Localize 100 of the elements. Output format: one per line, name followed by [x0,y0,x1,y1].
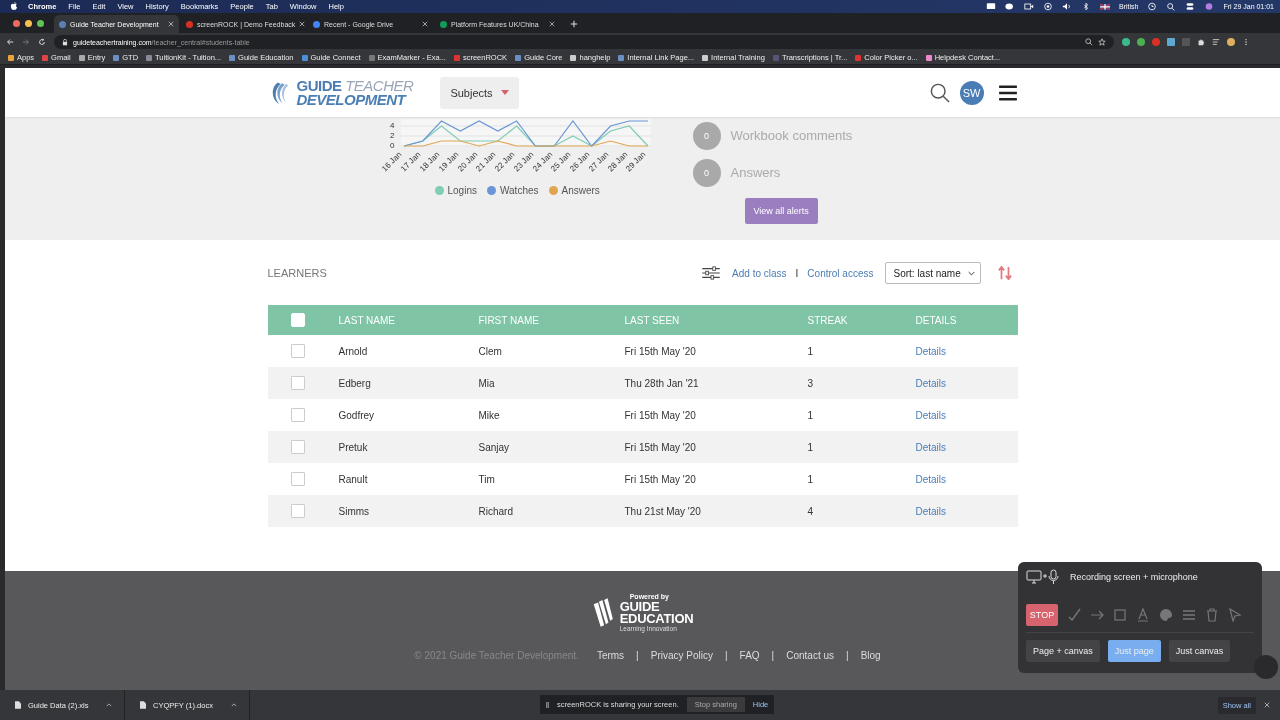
arrow-icon[interactable] [1090,608,1104,622]
details-link[interactable]: Details [915,473,947,485]
count-badge: 0 [692,158,721,187]
footer-link[interactable]: Terms [596,650,625,661]
table-cell-text: Fri 15th May '20 [623,345,697,357]
sort-select[interactable]: Sort: last name [884,262,981,284]
separator: | [636,650,639,661]
trash-icon[interactable] [1205,608,1219,622]
chevron-icon[interactable] [106,703,112,707]
footer-link[interactable]: Blog [860,650,881,661]
monitor-icon[interactable] [985,2,996,11]
logo-text: DEVELOPMENT [296,92,407,107]
axis-label: 2 [390,132,395,140]
sliders-icon[interactable] [701,266,722,280]
details-link[interactable]: Details [915,345,947,357]
details-link[interactable]: Details [915,377,947,389]
site-icon [59,20,66,28]
control-access-link[interactable]: Control access [807,267,874,279]
logo-text: GUIDE TEACHER [296,78,414,93]
table-cell-text: Thu 28th Jan '21 [623,377,700,389]
close-icon[interactable] [549,21,555,27]
site-icon [440,20,447,28]
column-header: FIRST NAME [477,314,540,326]
details-link[interactable]: Details [915,505,947,517]
table-cell-text: 1 [806,345,815,357]
table-cell-text: 1 [806,441,815,453]
close-icon[interactable] [299,21,306,27]
site-icon [313,20,320,28]
footer-link[interactable]: Privacy Policy [650,650,713,661]
menu-icon[interactable] [997,84,1018,101]
column-header: LAST NAME [337,314,396,326]
mode-button[interactable]: Page + canvas [1026,640,1100,662]
table-cell-text: Clem [477,345,503,357]
separator: | [724,650,728,661]
select-all-checkbox[interactable] [291,313,305,327]
axis-label: 4 [390,122,395,130]
row-checkbox[interactable] [291,376,305,390]
mode-button[interactable]: Just canvas [1168,640,1231,662]
profile-icon[interactable] [1227,38,1235,46]
back-icon[interactable] [6,38,14,46]
reading-list-icon[interactable] [1212,38,1220,46]
table-cell-text: Simms [337,505,371,517]
zoom-icon[interactable] [1085,38,1093,46]
control-center-icon[interactable] [1185,2,1196,11]
table-cell-text: Fri 15th May '20 [623,441,697,453]
user-avatar[interactable]: SW [959,80,984,105]
table-cell-text: Edberg [337,377,372,389]
logo-text: GUIDE [619,601,661,613]
alert-label: Workbook comments [730,128,853,143]
footer-link[interactable]: FAQ [739,650,760,661]
column-header: DETAILS [914,314,958,326]
close-icon[interactable] [422,21,428,27]
pen-icon[interactable] [1067,608,1081,622]
document-icon [140,701,146,709]
subjects-dropdown[interactable]: Subjects [440,76,519,109]
legend-label[interactable]: Logins [447,185,477,196]
volume-icon[interactable] [1061,2,1072,11]
table-cell-text: Pretuk [337,441,369,453]
row-checkbox[interactable] [291,504,305,518]
table-cell-text: Thu 21st May '20 [623,505,702,517]
site-icon [186,20,193,28]
chat-icon[interactable] [1004,2,1015,11]
footer-link[interactable]: Contact us [786,650,834,661]
table-cell-text: 4 [806,505,815,517]
column-header: STREAK [806,314,849,326]
details-link[interactable]: Details [915,441,947,453]
legend-label[interactable]: Answers [561,185,600,196]
search-icon[interactable] [1166,2,1177,11]
clock-icon[interactable] [1147,2,1158,11]
add-to-class-link[interactable]: Add to class [732,267,787,279]
count-badge: 0 [692,121,721,150]
video-camera-icon[interactable] [1023,2,1034,11]
legend-label[interactable]: Watches [499,185,539,196]
separator: | [771,650,775,661]
close-icon[interactable] [1264,702,1270,708]
reload-icon[interactable] [38,38,46,46]
new-tab-icon[interactable] [570,20,578,28]
text-tool-icon[interactable] [1136,608,1150,622]
chevron-icon [967,270,975,276]
recording-status: Recording screen + microphone [1070,572,1198,582]
row-checkbox[interactable] [291,344,305,358]
row-checkbox[interactable] [291,408,305,422]
cursor-icon[interactable] [1228,608,1242,622]
table-cell-text: Fri 15th May '20 [623,409,697,421]
document-icon [15,701,21,709]
row-checkbox[interactable] [291,472,305,486]
apple-icon[interactable] [10,2,18,11]
record-icon[interactable] [1042,2,1053,11]
chevron-icon[interactable] [231,703,237,707]
close-icon[interactable] [168,21,174,27]
details-link[interactable]: Details [915,409,947,421]
row-checkbox[interactable] [291,440,305,454]
search-icon[interactable] [929,82,950,103]
flag-icon[interactable] [1099,2,1110,11]
more-icon[interactable] [1242,38,1250,46]
palette-icon[interactable] [1159,608,1173,622]
table-cell-text: Mike [477,409,501,421]
stop-button[interactable]: STOP [1026,604,1058,626]
sort-direction-icon[interactable] [997,266,1012,280]
star-icon[interactable] [1098,38,1106,46]
